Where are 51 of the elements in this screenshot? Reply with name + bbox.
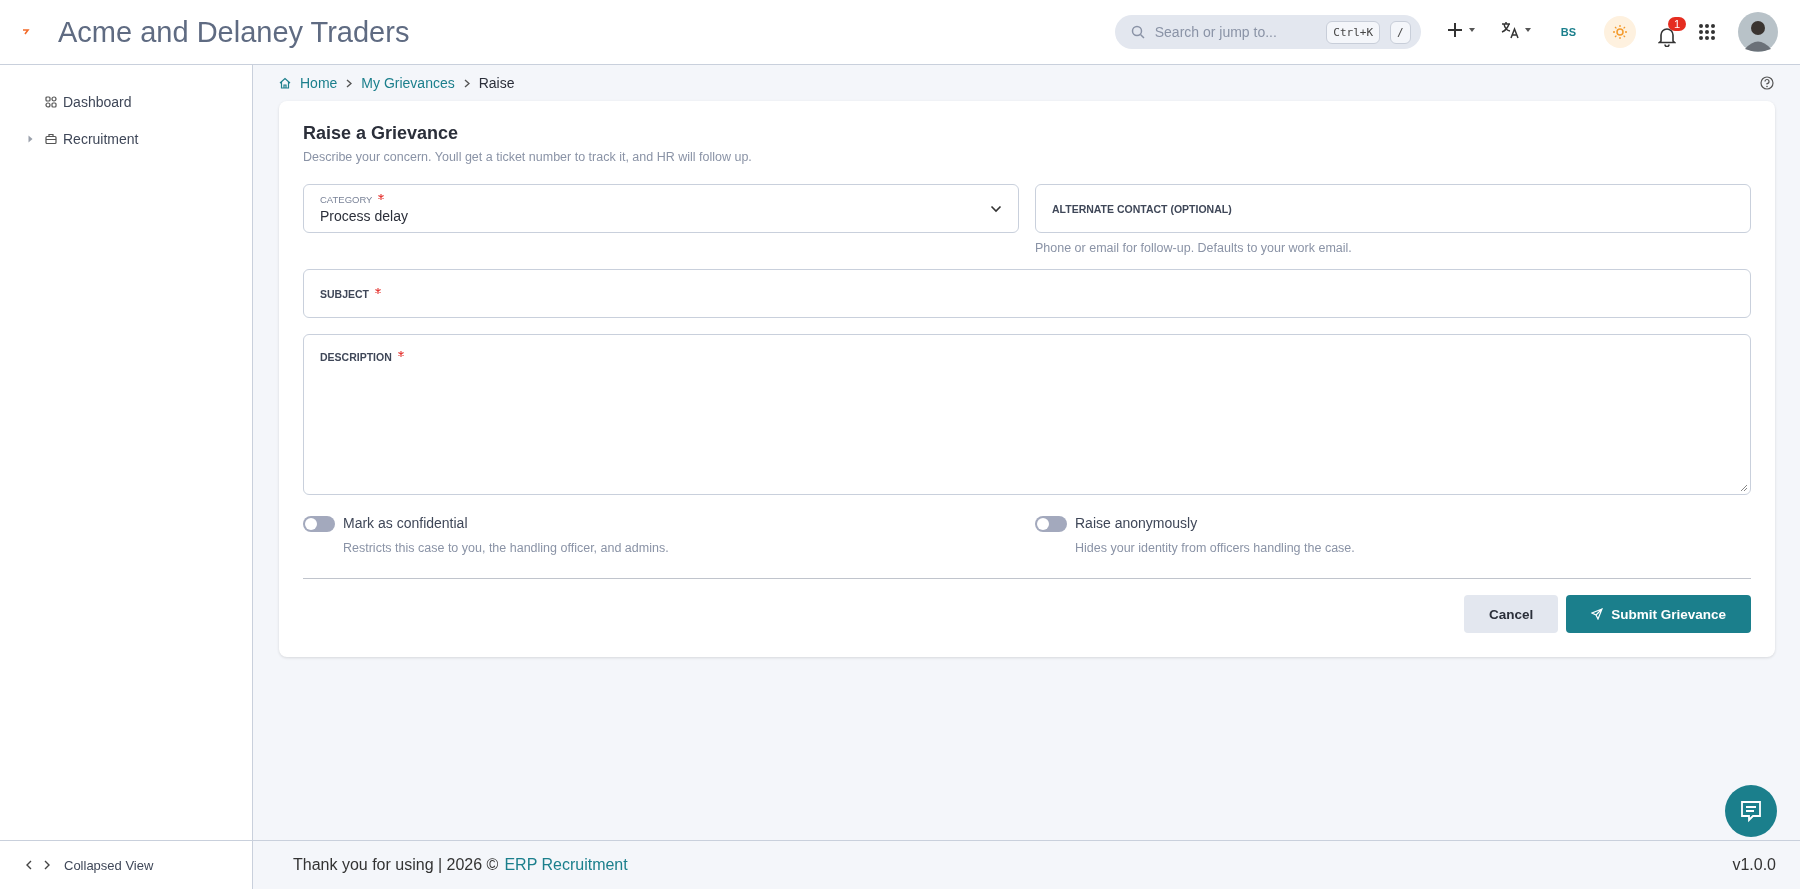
toggle-label: Mark as confidential [343, 515, 469, 531]
breadcrumb-link[interactable]: My Grievances [361, 75, 455, 91]
breadcrumb-link[interactable]: Home [300, 75, 338, 91]
chevron-right-icon [463, 78, 470, 88]
sun-icon [1612, 24, 1628, 40]
chat-button[interactable] [1725, 785, 1777, 837]
toggle-description: Restricts this case to you, the handling officer, and admins. [343, 541, 669, 555]
notification-badge: 1 [1667, 17, 1686, 31]
apps-grid-icon[interactable] [1698, 23, 1716, 41]
search-field[interactable]: Search or jump to... Ctrl+K / [1114, 15, 1421, 49]
toggle-switch[interactable] [1035, 516, 1067, 532]
chevrons-icon [26, 859, 50, 871]
required-icon [397, 351, 404, 357]
breadcrumb-current: Raise [478, 75, 515, 91]
sidebar-item[interactable]: Recruitment [0, 120, 252, 157]
form-subtitle: Describe your concern. Youll get a ticket number to track it, and HR will follow up. [303, 150, 753, 164]
app-title: Acme and Delaney Traders [58, 15, 410, 49]
user-avatar[interactable] [1738, 12, 1778, 52]
chevron-right-icon [346, 78, 353, 88]
toggle-description: Hides your identity from officers handling the case. [1075, 541, 1355, 555]
field-hint: Phone or email for follow-up. Defaults to your work email. [1035, 241, 1353, 255]
form-title: Raise a Grievance [303, 123, 460, 144]
expand-caret-icon [28, 134, 33, 143]
help-icon[interactable] [1760, 76, 1774, 90]
send-icon [1591, 608, 1604, 620]
cancel-button[interactable]: Cancel [1463, 595, 1559, 633]
collapsed-view-toggle[interactable]: Collapsed View [0, 840, 252, 889]
briefcase-icon [45, 132, 57, 145]
footer-text: Thank you for using | 2026 © [293, 856, 499, 874]
notification-button[interactable]: 1 [1658, 17, 1684, 47]
toggle-switch[interactable] [303, 516, 335, 532]
select-field[interactable]: CATEGORY Process delay [303, 184, 1019, 233]
logo-icon [22, 28, 30, 36]
textarea-field[interactable]: DESCRIPTION [303, 334, 1751, 495]
home-icon [279, 77, 291, 89]
chevron-down-icon [990, 204, 1002, 213]
version-label: v1.0.0 [1732, 856, 1776, 874]
grid-icon [45, 95, 57, 108]
footer-link[interactable]: ERP Recruitment [504, 856, 628, 874]
shortcut-key: / [1390, 20, 1411, 44]
input-field[interactable]: SUBJECT [303, 269, 1751, 318]
resize-grip-icon[interactable] [1740, 484, 1748, 492]
required-icon [378, 193, 385, 200]
shortcut-key: Ctrl+K [1326, 20, 1381, 44]
input-field[interactable]: ALTERNATE CONTACT (OPTIONAL) [1035, 184, 1751, 233]
user-initials[interactable]: BS [1560, 26, 1576, 38]
sidebar-item[interactable]: Dashboard [0, 83, 252, 120]
required-icon [375, 287, 381, 294]
submit-button[interactable]: Submit Grievance [1566, 595, 1751, 633]
search-icon [1130, 25, 1145, 39]
toggle-label: Raise anonymously [1075, 515, 1199, 531]
